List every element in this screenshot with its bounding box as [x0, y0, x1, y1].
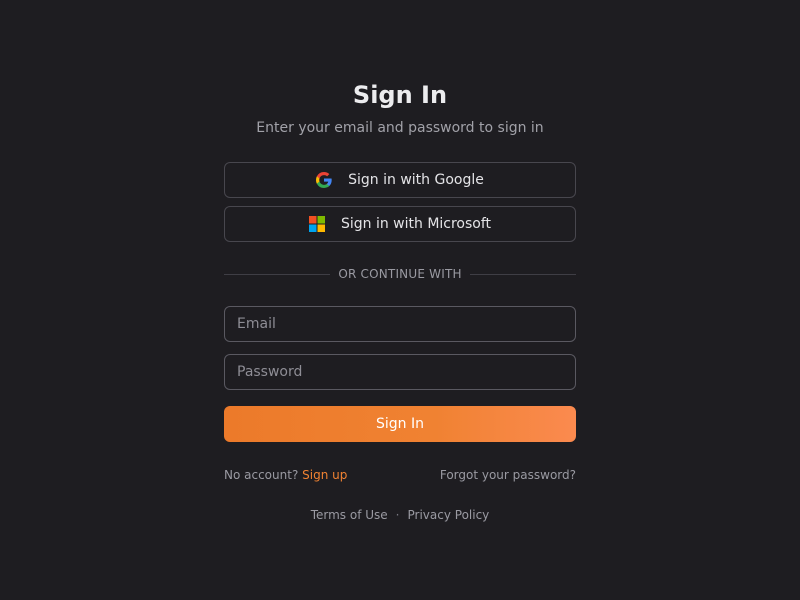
or-divider: OR CONTINUE WITH: [224, 262, 577, 286]
footer-separator: ·: [395, 508, 400, 522]
sign-up-link[interactable]: Sign up: [302, 468, 347, 482]
auth-links-row: No account? Sign up Forgot your password…: [224, 466, 576, 484]
sign-in-submit-button[interactable]: Sign In: [224, 406, 576, 442]
divider-line-left: [224, 273, 331, 275]
microsoft-button-label: Sign in with Microsoft: [340, 216, 492, 232]
sign-in-page: Sign In Enter your email and password to…: [0, 0, 800, 600]
forgot-password-link[interactable]: Forgot your password?: [440, 468, 576, 482]
sign-in-card: Sign In Enter your email and password to…: [224, 78, 577, 524]
password-input[interactable]: [224, 354, 576, 390]
google-sign-in-button[interactable]: Sign in with Google: [224, 162, 576, 198]
terms-of-use-link[interactable]: Terms of Use: [311, 508, 388, 522]
microsoft-sign-in-button[interactable]: Sign in with Microsoft: [224, 206, 576, 242]
google-button-label: Sign in with Google: [348, 172, 484, 188]
page-title: Sign In: [352, 81, 448, 109]
divider-line-right: [469, 273, 577, 275]
signup-prompt: No account? Sign up: [224, 468, 347, 482]
legal-footer: Terms of Use · Privacy Policy: [224, 506, 576, 524]
microsoft-icon: [308, 216, 325, 232]
google-icon: [316, 172, 332, 188]
no-account-text: No account?: [224, 468, 299, 482]
page-subtitle: Enter your email and password to sign in: [256, 120, 544, 136]
divider-text: OR CONTINUE WITH: [338, 267, 462, 281]
privacy-policy-link[interactable]: Privacy Policy: [408, 508, 490, 522]
email-input[interactable]: [224, 306, 576, 342]
